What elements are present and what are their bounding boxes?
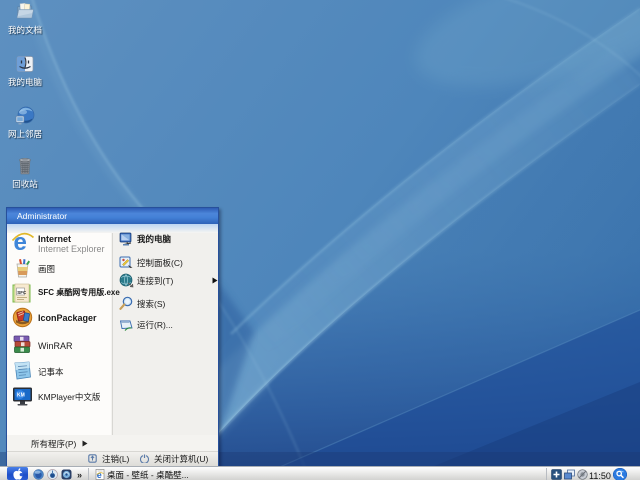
svg-text:KM: KM — [17, 393, 25, 399]
svg-text:e: e — [97, 470, 102, 480]
svg-text:SFC: SFC — [17, 290, 27, 295]
